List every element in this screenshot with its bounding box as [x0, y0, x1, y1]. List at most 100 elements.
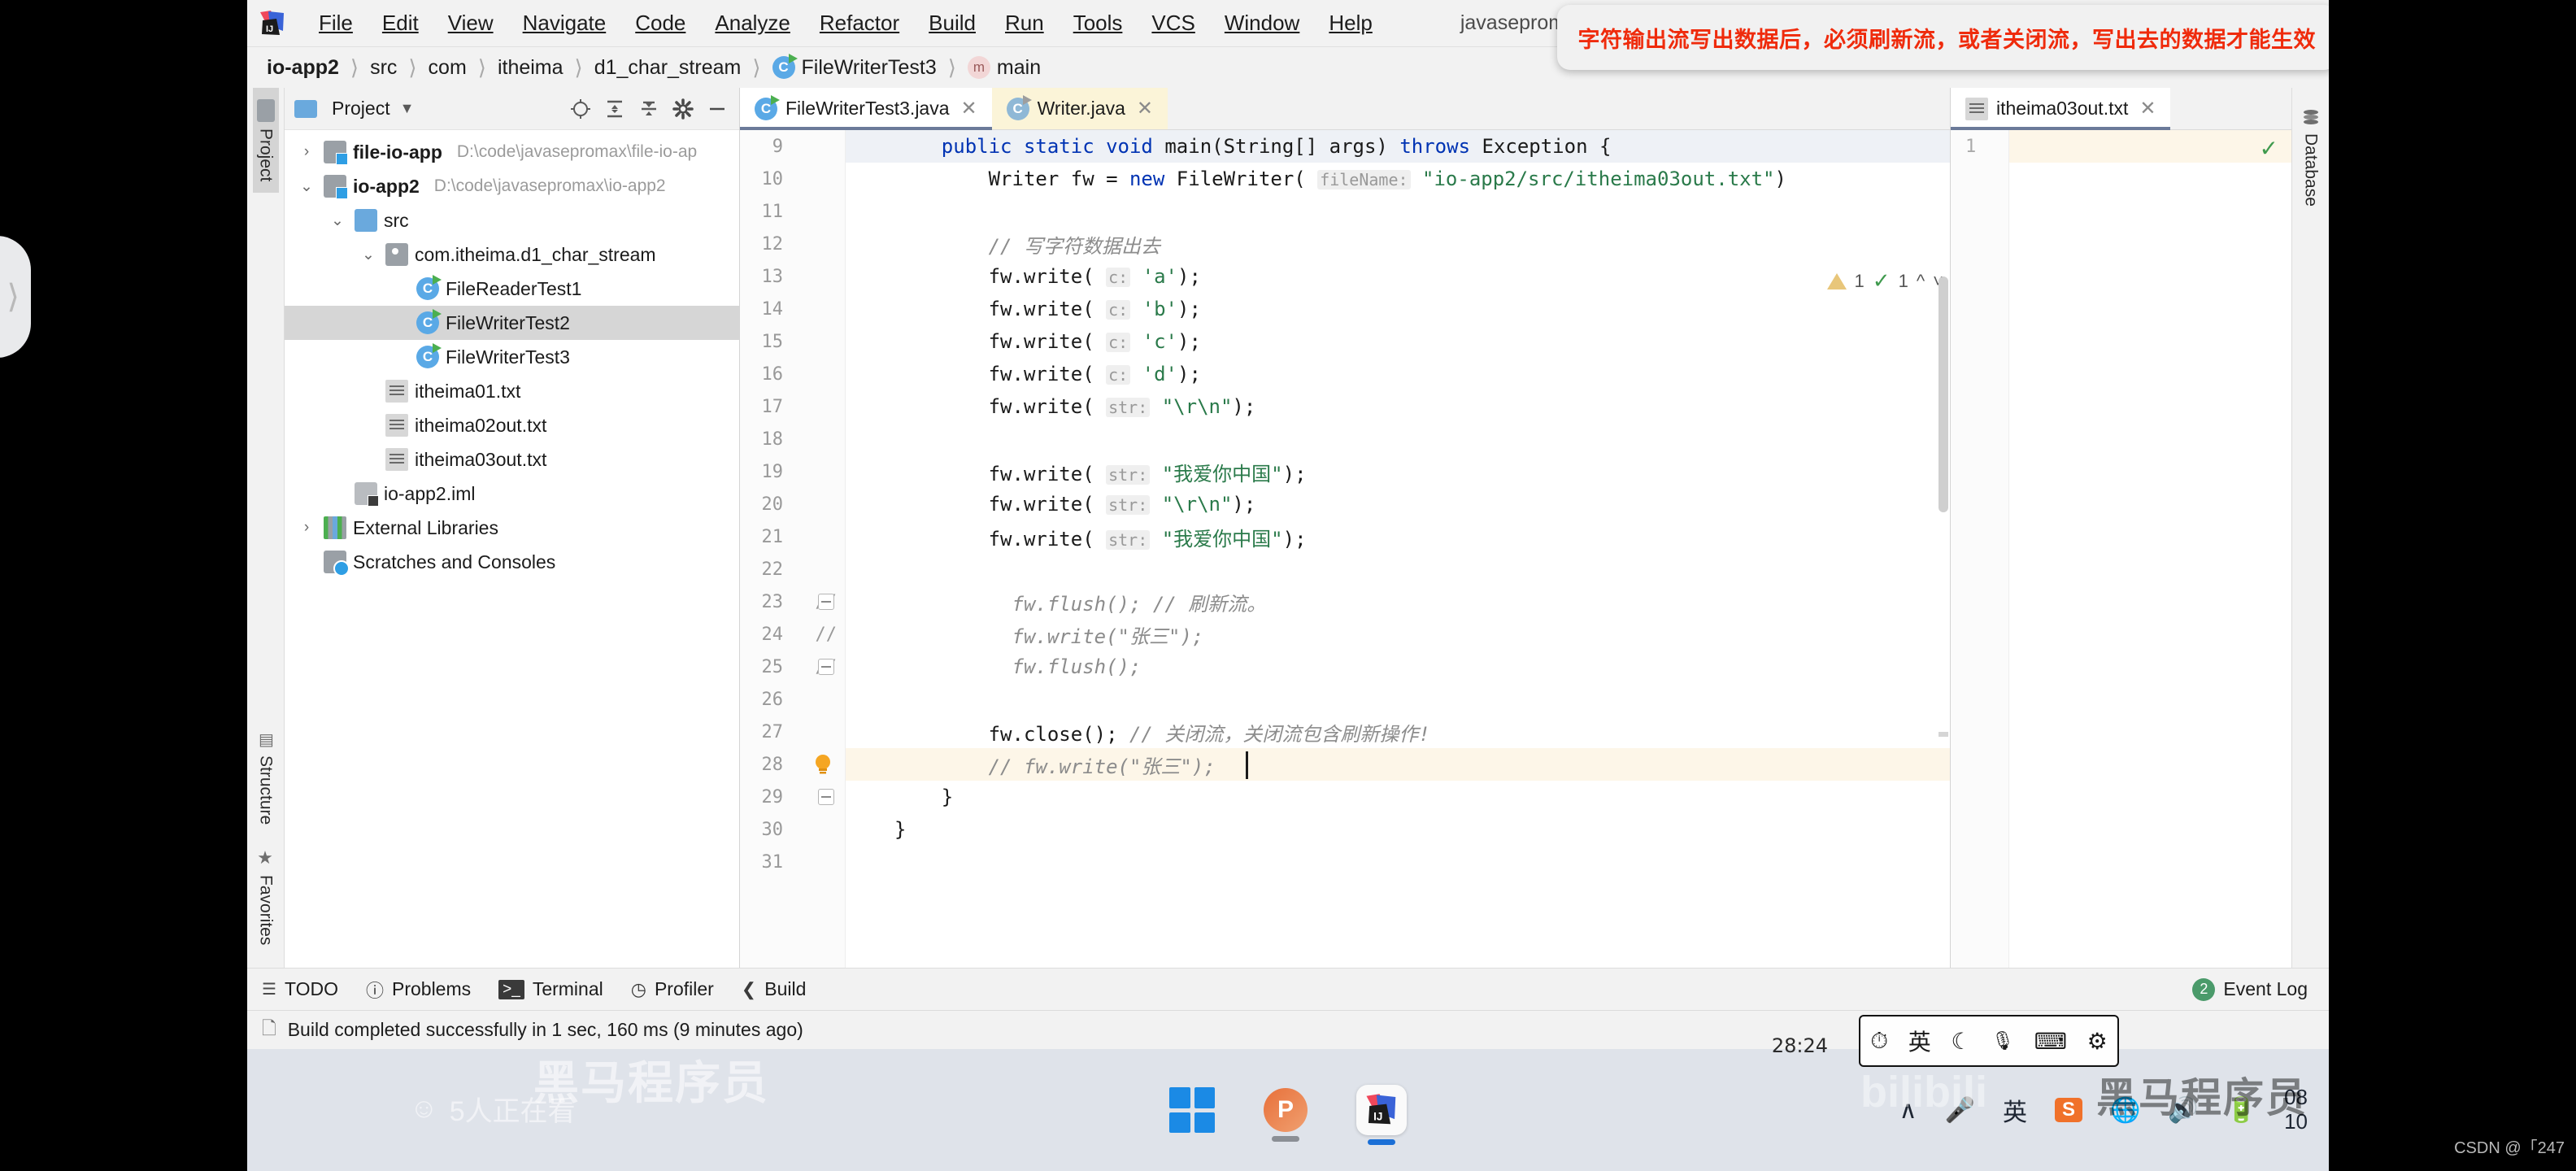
keyboard-icon[interactable]: ⌨	[2034, 1028, 2067, 1055]
code-fold-icon[interactable]	[818, 659, 834, 675]
tool-problems[interactable]: ⓘ Problems	[366, 977, 471, 1003]
code-line[interactable]: fw.flush();	[846, 651, 1950, 683]
tree-item-filewritertest2[interactable]: C FileWriterTest2	[285, 306, 739, 340]
menu-code[interactable]: Code	[620, 7, 700, 39]
code-line[interactable]	[846, 553, 1950, 586]
code-line[interactable]: // 写字符数据出去	[846, 228, 1950, 260]
intellij-idea-icon[interactable]: IJ	[1356, 1085, 1407, 1145]
disclosure-triangle-icon[interactable]: ›	[296, 143, 317, 161]
tree-item-filewritertest3[interactable]: C FileWriterTest3	[285, 340, 739, 374]
preview-body[interactable]: 1 ✓	[1951, 130, 2291, 968]
code-line[interactable]: fw.write( str: "\r\n");	[846, 488, 1950, 520]
tool-build[interactable]: ❮ Build	[742, 978, 807, 1000]
tree-item-itheima02out-txt[interactable]: itheima02out.txt	[285, 408, 739, 442]
disclosure-triangle-icon[interactable]: ›	[296, 519, 317, 537]
code-line[interactable]: fw.write( c: 'd');	[846, 358, 1950, 390]
sidebar-item-favorites[interactable]: ★ Favorites	[252, 837, 280, 956]
sidebar-item-project[interactable]: Project	[252, 88, 279, 194]
breadcrumb-item-6[interactable]: m main	[967, 56, 1041, 80]
windows-start-icon[interactable]	[1169, 1087, 1215, 1133]
tree-item-external-libraries[interactable]: › External Libraries	[285, 511, 739, 545]
disclosure-triangle-icon[interactable]: ⌄	[296, 177, 317, 196]
menu-run[interactable]: Run	[990, 7, 1059, 39]
code-fold-icon[interactable]	[818, 789, 834, 805]
code-line[interactable]: fw.write( str: "我爱你中国");	[846, 520, 1950, 553]
minimize-icon[interactable]	[705, 97, 729, 121]
collapse-all-icon[interactable]	[637, 97, 661, 121]
code-line[interactable]: public static void main(String[] args) t…	[846, 130, 1950, 163]
tree-item-scratches-and-consoles[interactable]: Scratches and Consoles	[285, 545, 739, 579]
disclosure-triangle-icon[interactable]: ⌄	[327, 211, 348, 230]
tree-item-filereadertest1[interactable]: C FileReaderTest1	[285, 272, 739, 306]
code-line[interactable]: fw.write( c: 'c');	[846, 325, 1950, 358]
close-icon[interactable]: ✕	[2139, 97, 2156, 120]
tab-itheima03out[interactable]: itheima03out.txt ✕	[1951, 88, 2171, 130]
sogou-icon[interactable]: S	[2054, 1098, 2082, 1122]
menu-edit[interactable]: Edit	[368, 7, 433, 39]
code-line[interactable]: fw.write("张三");	[846, 618, 1950, 651]
code-line[interactable]: }	[846, 781, 1950, 813]
code-viewport[interactable]: 91011121314151617181920212223//24//25//2…	[740, 130, 1950, 968]
mic-off-icon[interactable]: 🎙	[1991, 1030, 2014, 1051]
code-line[interactable]: }	[846, 813, 1950, 846]
event-log-button[interactable]: 2 Event Log	[2192, 977, 2329, 1001]
tool-todo[interactable]: ☰ TODO	[262, 978, 338, 1000]
breadcrumb-item-1[interactable]: src	[370, 56, 397, 80]
code-line[interactable]: fw.write( str: "我爱你中国");	[846, 455, 1950, 488]
menu-help[interactable]: Help	[1314, 7, 1386, 39]
powerpoint-icon[interactable]: P	[1264, 1088, 1308, 1142]
tool-terminal[interactable]: >_ Terminal	[498, 978, 603, 1000]
tree-item-itheima03out-txt[interactable]: itheima03out.txt	[285, 442, 739, 477]
overlay-expand-handle[interactable]: ⟩	[0, 236, 31, 358]
menu-vcs[interactable]: VCS	[1137, 7, 1209, 39]
menu-tools[interactable]: Tools	[1059, 7, 1138, 39]
code-line[interactable]: // fw.write("张三");	[846, 748, 1950, 781]
tool-profiler[interactable]: ◷ Profiler	[631, 978, 714, 1000]
code-line[interactable]: fw.write( str: "\r\n");	[846, 390, 1950, 423]
code-line[interactable]: fw.close(); // 关闭流，关闭流包含刷新操作!	[846, 716, 1950, 748]
code-fold-icon[interactable]	[818, 594, 834, 610]
breadcrumb-item-5[interactable]: C FileWriterTest3	[772, 54, 937, 80]
moon-icon[interactable]: ☾	[1951, 1028, 1971, 1055]
speed-icon[interactable]: ⏱	[1870, 1028, 1888, 1055]
line-number-gutter[interactable]: 91011121314151617181920212223//24//25//2…	[740, 130, 846, 968]
tree-item-src[interactable]: ⌄ src	[285, 203, 739, 237]
tree-item-com-itheima-d1-char-stream[interactable]: ⌄ com.itheima.d1_char_stream	[285, 237, 739, 272]
breadcrumb-item-2[interactable]: com	[429, 56, 467, 80]
menu-file[interactable]: File	[304, 7, 368, 39]
intention-bulb-icon[interactable]	[812, 753, 834, 776]
gear-icon[interactable]	[671, 97, 695, 121]
tree-item-file-io-app[interactable]: › file-io-app D:\code\javasepromax\file-io…	[285, 135, 739, 169]
sidebar-item-structure[interactable]: ▤ Structure	[253, 718, 279, 836]
disclosure-triangle-icon[interactable]: ⌄	[358, 246, 379, 264]
tab-writer[interactable]: C Writer.java ✕	[991, 88, 1168, 129]
ime-language-glyph[interactable]: 英	[1908, 1025, 1931, 1057]
locate-icon[interactable]	[568, 97, 593, 121]
menu-navigate[interactable]: Navigate	[508, 7, 621, 39]
sidebar-item-database[interactable]: Database	[2298, 98, 2324, 218]
inspection-widget[interactable]: 1 ✓ 1 ^ ˅	[1826, 268, 1943, 294]
menu-analyze[interactable]: Analyze	[700, 7, 805, 39]
menu-build[interactable]: Build	[914, 7, 990, 39]
ime-toolbar[interactable]: ⏱ 英 ☾ 🎙 ⌨ ⚙	[1859, 1015, 2119, 1067]
expand-all-icon[interactable]	[603, 97, 627, 121]
tab-filewritertest3[interactable]: C FileWriterTest3.java ✕	[740, 88, 992, 130]
code-line[interactable]: Writer fw = new FileWriter( fileName: "i…	[846, 163, 1950, 195]
code-line[interactable]	[846, 423, 1950, 455]
tree-item-io-app2[interactable]: ⌄ io-app2 D:\code\javasepromax\io-app2	[285, 169, 739, 203]
menu-view[interactable]: View	[433, 7, 508, 39]
chevron-down-icon[interactable]: ▼	[400, 100, 415, 117]
code-line[interactable]	[846, 846, 1950, 878]
tree-item-itheima01-txt[interactable]: itheima01.txt	[285, 374, 739, 408]
close-icon[interactable]: ✕	[961, 97, 977, 120]
menu-window[interactable]: Window	[1210, 7, 1314, 39]
ime-indicator[interactable]: 英	[2003, 1092, 2027, 1128]
gear-icon[interactable]: ⚙	[2087, 1028, 2108, 1055]
code-line[interactable]	[846, 195, 1950, 228]
code-line[interactable]: fw.write( c: 'a');	[846, 260, 1950, 293]
menu-refactor[interactable]: Refactor	[805, 7, 914, 39]
code-line[interactable]: fw.write( c: 'b');	[846, 293, 1950, 325]
breadcrumb-item-0[interactable]: io-app2	[267, 56, 339, 80]
code-line[interactable]: fw.flush(); // 刷新流。	[846, 586, 1950, 618]
code-line[interactable]	[846, 683, 1950, 716]
